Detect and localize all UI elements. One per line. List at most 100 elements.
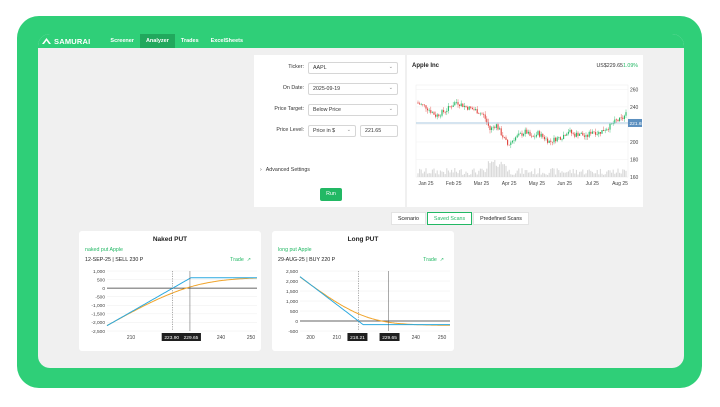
candle-body bbox=[558, 137, 560, 138]
candle-body bbox=[535, 134, 537, 137]
candle-body bbox=[425, 105, 427, 109]
trade-link[interactable]: Trade ↗ bbox=[423, 257, 444, 263]
volume-bar bbox=[574, 173, 576, 177]
volume-bar bbox=[555, 174, 557, 177]
volume-bar bbox=[463, 173, 465, 177]
candle-body bbox=[609, 123, 611, 130]
candle-body bbox=[436, 114, 438, 117]
candle-body bbox=[612, 123, 614, 124]
marker-label: 229.65 bbox=[382, 335, 397, 341]
volume-bar bbox=[612, 169, 614, 177]
candle-body bbox=[569, 129, 571, 132]
volume-bar bbox=[462, 174, 464, 177]
volume-bar bbox=[465, 171, 467, 177]
candle-body bbox=[435, 114, 437, 117]
date-select[interactable]: 2025-09-19 ⌄ bbox=[308, 83, 398, 95]
candle-body bbox=[457, 102, 459, 105]
candle-body bbox=[526, 129, 528, 134]
x-tick-label: Feb 25 bbox=[446, 181, 462, 187]
candle-body bbox=[427, 108, 429, 111]
samurai-logo[interactable]: SAMURAI bbox=[42, 37, 90, 46]
volume-bar bbox=[417, 173, 419, 177]
volume-bar bbox=[457, 173, 459, 177]
volume-bar bbox=[561, 171, 563, 177]
candle-body bbox=[567, 131, 569, 134]
candle-body bbox=[566, 133, 568, 136]
candle-body bbox=[462, 103, 464, 107]
volume-bar bbox=[542, 172, 544, 177]
strategy-card-naked-put[interactable]: Naked PUT naked put Apple 12-SEP-25 | SE… bbox=[79, 231, 261, 351]
candle-body bbox=[515, 137, 517, 141]
x-tick-label: Apr 25 bbox=[502, 181, 517, 187]
candle-body bbox=[542, 133, 544, 137]
volume-bar bbox=[603, 174, 605, 177]
candle-body bbox=[471, 107, 473, 110]
y-tick-label: 0 bbox=[102, 286, 105, 292]
strategy-card-long-put[interactable]: Long PUT long put Apple 29-AUG-25 | BUY … bbox=[272, 231, 454, 351]
candlestick-chart[interactable]: 260240220200180160221.65Jan 25Feb 25Mar … bbox=[407, 55, 643, 207]
volume-bar bbox=[508, 169, 510, 177]
ticker-row: Ticker: AAPL ⌄ bbox=[254, 62, 405, 74]
nav-screener[interactable]: Screener bbox=[104, 34, 140, 48]
volume-bar bbox=[596, 169, 598, 177]
tab-predefined-scans[interactable]: Predefined Scans bbox=[473, 212, 529, 225]
candle-body bbox=[438, 114, 440, 117]
volume-bar bbox=[430, 173, 432, 177]
candle-body bbox=[622, 117, 624, 119]
app-screen: SAMURAI Screener Analyzer Trades ExcelSh… bbox=[38, 34, 684, 368]
price-level-tag-text: 221.65 bbox=[630, 121, 644, 127]
ticker-select[interactable]: AAPL ⌄ bbox=[308, 62, 398, 74]
nav-trades[interactable]: Trades bbox=[175, 34, 205, 48]
candle-body bbox=[478, 113, 480, 115]
candle-body bbox=[537, 131, 539, 135]
volume-bar bbox=[476, 174, 478, 177]
run-button[interactable]: Run bbox=[320, 188, 342, 201]
volume-bar bbox=[625, 170, 627, 177]
candle-body bbox=[556, 137, 558, 142]
volume-bar bbox=[535, 174, 537, 177]
payoff-expiry-line bbox=[299, 276, 450, 326]
price-level-input[interactable]: 221.65 bbox=[360, 125, 398, 137]
candle-body bbox=[620, 117, 622, 119]
candle-body bbox=[561, 139, 563, 140]
volume-bar bbox=[622, 169, 624, 177]
volume-bar bbox=[614, 173, 616, 177]
candle-body bbox=[455, 102, 457, 103]
date-row: On Date: 2025-09-19 ⌄ bbox=[254, 83, 405, 95]
card-deal: 29-AUG-25 | BUY 220 P bbox=[278, 257, 336, 263]
candle-body bbox=[550, 140, 552, 142]
marker-label: 229.65 bbox=[184, 335, 199, 341]
volume-bar bbox=[518, 168, 520, 177]
candle-body bbox=[443, 110, 445, 112]
tab-scenario[interactable]: Scenario bbox=[391, 212, 426, 225]
nav-analyzer[interactable]: Analyzer bbox=[139, 34, 175, 48]
candle-body bbox=[596, 134, 598, 135]
y-tick-label: -1,000 bbox=[91, 303, 105, 309]
volume-bar bbox=[595, 173, 597, 177]
trade-link[interactable]: Trade ↗ bbox=[230, 257, 251, 263]
candle-body bbox=[516, 135, 518, 138]
candle-body bbox=[571, 129, 573, 134]
volume-bar bbox=[583, 174, 585, 177]
payoff-chart[interactable]: 2,5002,0001,5001,0005000-500200210230240… bbox=[272, 267, 454, 351]
candle-body bbox=[508, 144, 510, 146]
price-mode-select[interactable]: Price in $ ⌄ bbox=[308, 125, 356, 137]
logo-text: SAMURAI bbox=[54, 36, 91, 46]
volume-bar bbox=[615, 172, 617, 177]
volume-bar bbox=[486, 168, 488, 177]
x-tick-label: 250 bbox=[438, 335, 447, 341]
candle-body bbox=[599, 132, 601, 134]
volume-bar bbox=[470, 174, 472, 177]
volume-bar bbox=[529, 172, 531, 177]
volume-bar bbox=[575, 169, 577, 177]
x-tick-label: 200 bbox=[306, 335, 315, 341]
price-target-select[interactable]: Below Price ⌄ bbox=[308, 104, 398, 116]
y-tick-label: 2,500 bbox=[286, 269, 298, 275]
tab-saved-scans[interactable]: Saved Scans bbox=[426, 212, 473, 225]
y-tick-label: -1,500 bbox=[91, 312, 105, 318]
volume-bar bbox=[516, 170, 518, 177]
advanced-settings-toggle[interactable]: › Advanced Settings bbox=[260, 167, 310, 173]
candle-body bbox=[625, 112, 627, 116]
nav-excelsheets[interactable]: ExcelSheets bbox=[205, 34, 249, 48]
payoff-chart[interactable]: 1,000 500 0 -500 -1,000 -1,500 -2,000 -2,500 210… bbox=[79, 267, 261, 351]
